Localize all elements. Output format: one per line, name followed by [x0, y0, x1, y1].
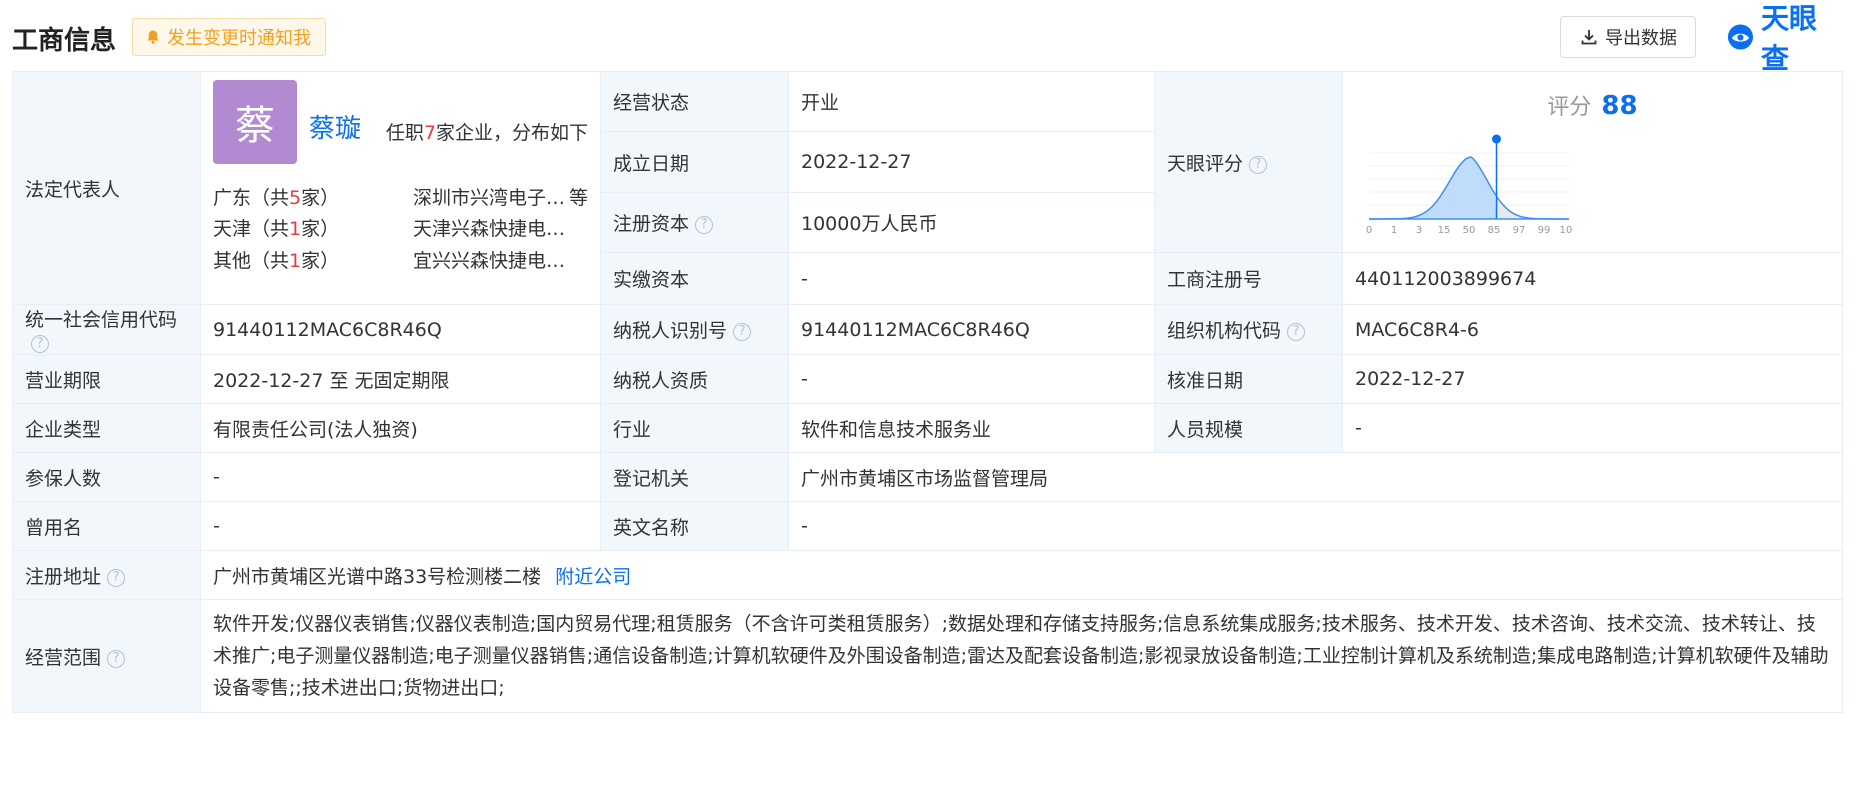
notify-change-button[interactable]: 发生变更时通知我 — [132, 18, 326, 56]
export-label: 导出数据 — [1605, 28, 1677, 49]
founded-label: 成立日期 — [600, 131, 789, 193]
chart-tick-label: 0 — [1366, 225, 1372, 236]
org-code-value: MAC6C8R4-6 — [1342, 304, 1843, 355]
score-marker-pin — [1492, 134, 1501, 144]
former-name-value: - — [200, 501, 601, 551]
help-icon[interactable]: ? — [107, 568, 126, 587]
chart-tick-label: 99 — [1538, 225, 1551, 236]
section-title: 工商信息 — [12, 26, 117, 56]
tax-qual-value: - — [788, 354, 1155, 404]
chart-tick-label: 85 — [1488, 225, 1501, 236]
help-icon[interactable]: ? — [31, 335, 49, 353]
legal-rep-position-count: 任职7家企业，分布如下 — [385, 122, 588, 144]
reg-no-label: 工商注册号 — [1154, 252, 1343, 305]
insured-label: 参保人数 — [12, 452, 201, 502]
status-label: 经营状态 — [600, 70, 789, 133]
legal-rep-name-link[interactable]: 蔡璇 — [309, 108, 361, 145]
english-name-label: 英文名称 — [600, 501, 789, 551]
term-value: 2022-12-27 至 无固定期限 — [200, 354, 601, 404]
tax-id-label-cell: 纳税人识别号? — [600, 304, 789, 355]
company-link[interactable]: 宜兴兴森快捷电子有… — [413, 246, 568, 273]
company-link[interactable]: 天津兴森快捷电路科… — [413, 214, 568, 241]
section-header: 工商信息 发生变更时通知我 导出数据 天眼查 — [12, 2, 1842, 75]
tianyancha-logo-icon — [1727, 24, 1754, 50]
status-value: 开业 — [788, 70, 1155, 133]
help-icon[interactable]: ? — [695, 215, 714, 234]
insured-value: - — [200, 452, 601, 502]
english-name-value: - — [788, 501, 1843, 551]
company-type-value: 有限责任公司(法人独资) — [200, 403, 601, 453]
help-icon[interactable]: ? — [733, 323, 752, 341]
notify-label: 发生变更时通知我 — [167, 28, 311, 49]
help-icon[interactable]: ? — [1249, 155, 1268, 174]
company-type-label: 企业类型 — [12, 403, 201, 453]
download-icon — [1581, 30, 1597, 45]
capital-label-cell: 注册资本? — [600, 191, 789, 254]
region-row-other: 其他（共1家） 宜兴兴森快捷电子有… — [213, 246, 588, 276]
approve-date-label: 核准日期 — [1154, 354, 1343, 404]
credit-code-value: 91440112MAC6C8R46Q — [200, 304, 601, 355]
org-code-label-cell: 组织机构代码? — [1154, 304, 1343, 355]
reg-no-value: 440112003899674 — [1342, 252, 1843, 305]
chart-tick-label: 97 — [1513, 225, 1526, 236]
chart-tick-label: 100 — [1559, 225, 1573, 236]
staff-size-value: - — [1342, 403, 1843, 453]
score-caption: 评分 — [1547, 95, 1592, 121]
paid-capital-label: 实缴资本 — [600, 252, 789, 305]
business-scope-value: 软件开发;仪器仪表销售;仪器仪表制造;国内贸易代理;租赁服务（不含许可类租赁服务… — [200, 599, 1843, 713]
chart-tick-label: 1 — [1391, 225, 1397, 236]
approve-date-value: 2022-12-27 — [1342, 354, 1843, 404]
tax-id-value: 91440112MAC6C8R46Q — [788, 304, 1155, 355]
company-link[interactable]: 深圳市兴湾电子有限… — [413, 183, 568, 210]
capital-value: 10000万人民币 — [788, 191, 1155, 254]
region-row-guangdong: 广东（共5家） 深圳市兴湾电子有限… 等 — [213, 183, 588, 213]
business-info-table: 法定代表人 蔡 蔡璇 任职7家企业，分布如下 广东（共5家） 深圳市兴湾电子有限… — [12, 70, 1843, 713]
address-label-cell: 注册地址? — [12, 550, 201, 600]
nearby-companies-link[interactable]: 附近公司 — [555, 566, 631, 588]
industry-value: 软件和信息技术服务业 — [788, 403, 1155, 453]
authority-label: 登记机关 — [600, 452, 789, 502]
founded-value: 2022-12-27 — [788, 131, 1155, 193]
address-value: 广州市黄埔区光谱中路33号检测楼二楼 — [213, 565, 542, 588]
term-label: 营业期限 — [12, 354, 201, 404]
score-distribution-chart: 0 1 3 15 50 85 97 99 100 — [1366, 134, 1573, 236]
help-icon[interactable]: ? — [107, 649, 126, 668]
region-row-tianjin: 天津（共1家） 天津兴森快捷电路科… — [213, 214, 588, 244]
chart-tick-label: 15 — [1438, 225, 1451, 236]
export-data-button[interactable]: 导出数据 — [1560, 16, 1696, 58]
industry-label: 行业 — [600, 403, 789, 453]
scope-label-cell: 经营范围? — [12, 599, 201, 713]
former-name-label: 曾用名 — [12, 501, 201, 551]
chart-tick-label: 50 — [1463, 225, 1476, 236]
avatar[interactable]: 蔡 — [213, 80, 297, 164]
credit-code-label-cell: 统一社会信用代码? — [12, 304, 201, 355]
tax-qual-label: 纳税人资质 — [600, 354, 789, 404]
score-label-cell: 天眼评分? — [1154, 70, 1343, 254]
paid-capital-value: - — [788, 252, 1155, 305]
bell-icon — [147, 30, 159, 44]
legal-rep-cell: 蔡 蔡璇 任职7家企业，分布如下 广东（共5家） 深圳市兴湾电子有限… 等 天津… — [200, 71, 601, 305]
more-companies-link[interactable]: 等 — [569, 183, 588, 210]
address-cell: 广州市黄埔区光谱中路33号检测楼二楼 附近公司 — [200, 550, 1843, 600]
brand-name: 天眼查 — [1760, 2, 1817, 75]
help-icon[interactable]: ? — [1287, 323, 1306, 341]
staff-size-label: 人员规模 — [1154, 403, 1343, 453]
authority-value: 广州市黄埔区市场监督管理局 — [788, 452, 1843, 502]
legal-rep-label: 法定代表人 — [12, 71, 201, 305]
chart-tick-label: 3 — [1416, 225, 1422, 236]
score-cell: 评分 88 0 1 3 15 50 85 97 99 100 — [1342, 70, 1843, 254]
score-area-above — [1496, 197, 1569, 220]
brand-logo[interactable]: 天眼查 — [1726, 2, 1842, 75]
score-value: 88 — [1601, 91, 1638, 122]
